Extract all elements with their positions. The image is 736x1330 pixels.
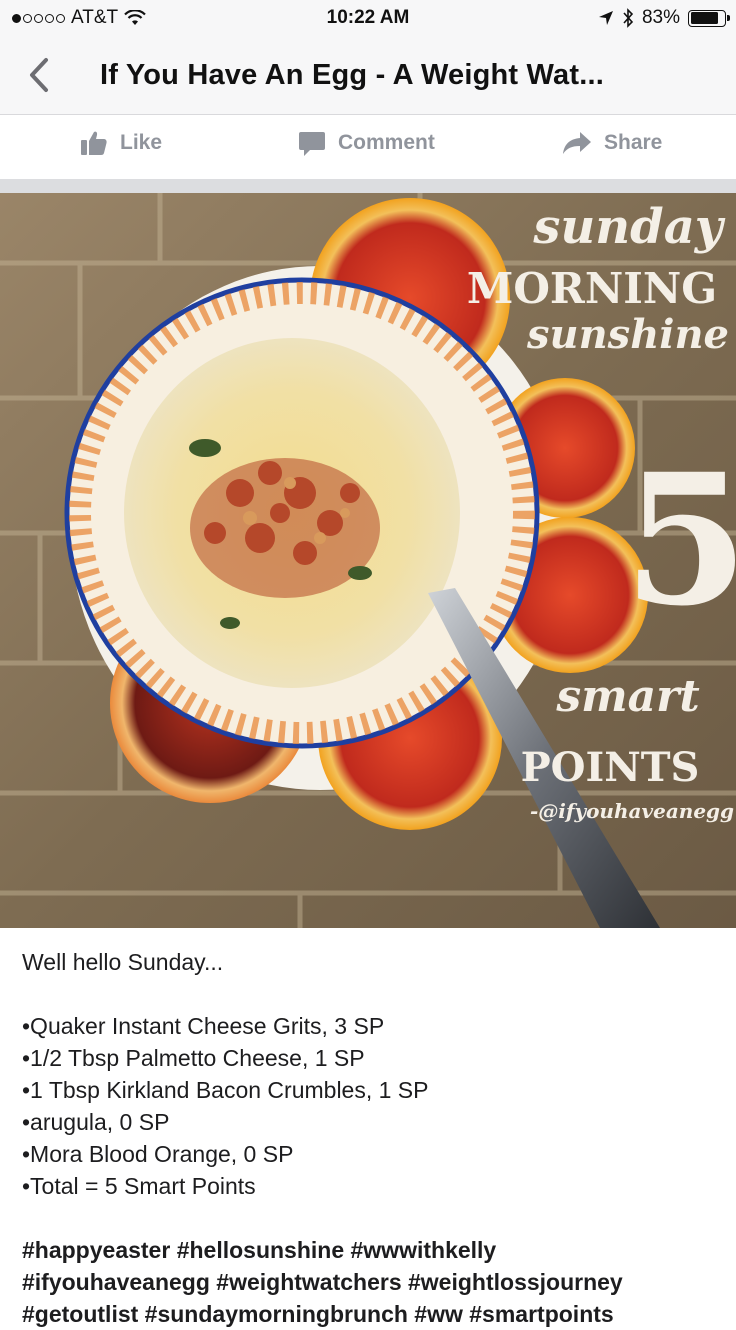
list-item: •Quaker Instant Cheese Grits, 3 SP — [22, 1013, 385, 1039]
hashtags-line[interactable]: #getoutlist #sundaymorningbrunch #ww #sm… — [22, 1298, 722, 1330]
post-photo[interactable]: sunday MORNING sunshine 5 smart POINTS -… — [0, 193, 736, 928]
post-caption: Well hello Sunday... •Quaker Instant Che… — [22, 946, 722, 1330]
share-button[interactable]: Share — [562, 129, 662, 157]
like-button[interactable]: Like — [80, 129, 162, 157]
post-action-bar: Like Comment Share — [0, 115, 736, 179]
battery-icon — [688, 9, 730, 27]
location-arrow-icon — [598, 11, 613, 25]
battery-level-fill — [690, 12, 718, 24]
list-item: •arugula, 0 SP — [22, 1109, 170, 1135]
share-arrow-icon — [563, 132, 591, 154]
list-item: •Mora Blood Orange, 0 SP — [22, 1141, 294, 1167]
overlay-number: 5 — [623, 435, 736, 646]
overlay-sunday: sunday — [532, 199, 725, 255]
overlay-morning: MORNING — [467, 264, 717, 313]
hashtags-line[interactable]: #happyeaster #hellosunshine #wwwithkelly — [22, 1234, 722, 1266]
hashtags-line[interactable]: #ifyouhaveanegg #weightwatchers #weightl… — [22, 1266, 722, 1298]
overlay-smart: smart — [555, 671, 699, 722]
share-label: Share — [604, 131, 663, 154]
chevron-left-icon — [30, 58, 48, 92]
list-item: •Total = 5 Smart Points — [22, 1173, 256, 1199]
navigation-bar: If You Have An Egg - A Weight Wat... — [0, 40, 736, 115]
overlay-sunshine: sunshine — [526, 311, 729, 358]
grits-bowl-illustration: sunday MORNING sunshine 5 smart POINTS -… — [0, 193, 736, 928]
thumbs-up-icon — [81, 131, 107, 155]
comment-button[interactable]: Comment — [298, 129, 435, 157]
comment-label: Comment — [338, 131, 435, 154]
comment-bubble-icon — [299, 132, 325, 156]
battery-percent: 83% — [641, 7, 680, 28]
back-button[interactable] — [22, 54, 62, 98]
status-bar: AT&T 10:22 AM 83% — [0, 0, 736, 40]
list-item: •1 Tbsp Kirkland Bacon Crumbles, 1 SP — [22, 1077, 429, 1103]
list-item: •1/2 Tbsp Palmetto Cheese, 1 SP — [22, 1045, 365, 1071]
page-title: If You Have An Egg - A Weight Wat... — [100, 59, 604, 91]
overlay-credit: -@ifyouhaveanegg — [530, 799, 734, 823]
like-label: Like — [120, 131, 163, 154]
section-divider — [0, 179, 736, 193]
caption-greeting: Well hello Sunday... — [22, 949, 224, 975]
overlay-points: POINTS — [521, 744, 700, 791]
status-right: 83% — [598, 7, 730, 29]
bluetooth-icon — [623, 8, 634, 28]
